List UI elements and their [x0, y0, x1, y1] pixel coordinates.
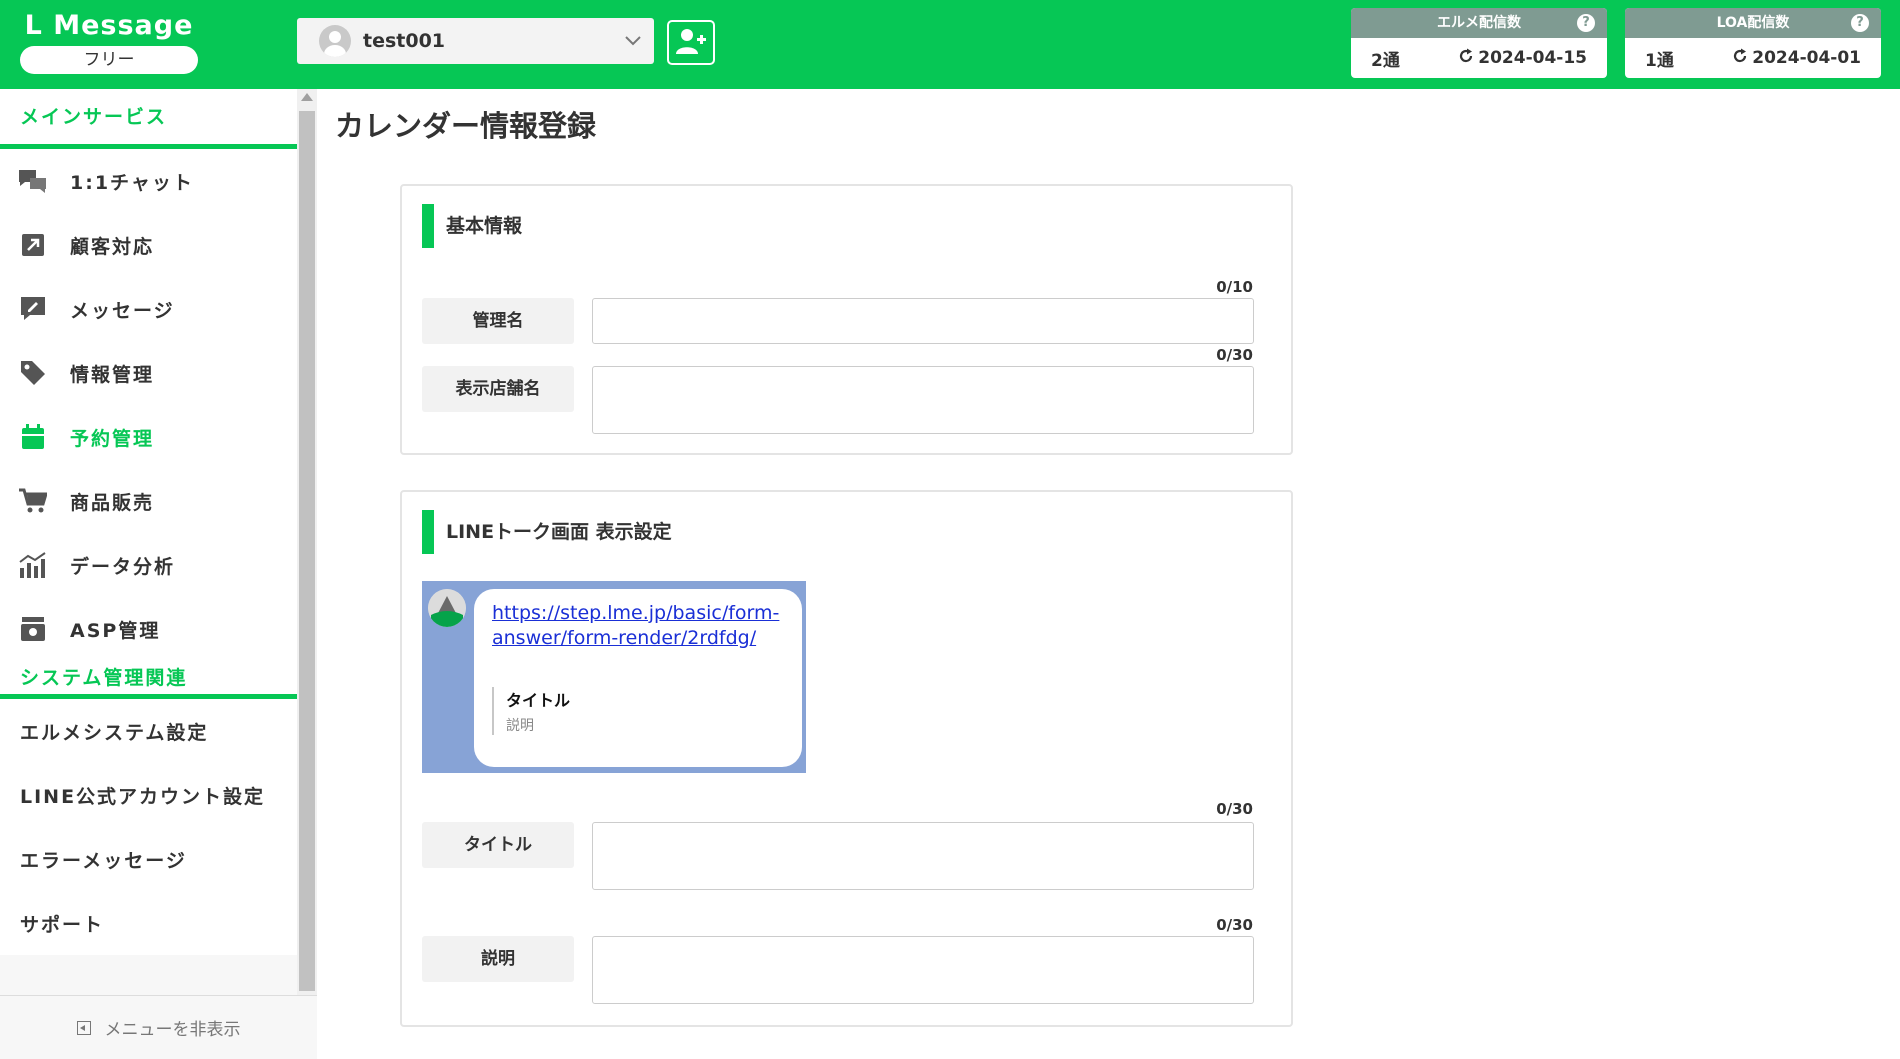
sidebar-item-label: データ分析: [70, 555, 176, 578]
loa-count-date: 2024-04-01: [1752, 48, 1861, 68]
sidebar-item-elme-system-settings[interactable]: エルメシステム設定: [0, 699, 297, 763]
preview-link-card: タイトル 説明: [492, 687, 784, 735]
preview-link-line-2: answer/form-render/2rdfdg/: [492, 627, 757, 649]
sidebar-item-label: サポート: [20, 913, 105, 936]
sidebar-item-label: 1:1チャット: [70, 171, 194, 194]
calendar-icon: [18, 422, 48, 452]
main-service-section-title: メインサービス: [0, 89, 297, 149]
sidebar-item-info-management[interactable]: 情報管理: [0, 341, 297, 405]
sidebar-item-label: メッセージ: [70, 299, 175, 322]
description-input[interactable]: [592, 936, 1254, 1004]
account-select[interactable]: test001: [297, 18, 654, 64]
scroll-up-arrow-icon[interactable]: [301, 93, 313, 101]
chat-icon: [18, 166, 48, 196]
sidebar-item-data-analysis[interactable]: データ分析: [0, 533, 297, 597]
sidebar-item-asp[interactable]: ASP管理: [0, 597, 297, 661]
collapse-menu-icon: [76, 1020, 91, 1035]
admin-name-char-count: 0/10: [1216, 278, 1253, 296]
preview-card-description: 説明: [506, 718, 534, 734]
arrow-out-icon: [18, 230, 48, 260]
sidebar: メインサービス 1:1チャット 顧客対応 メッセージ 情報管理 予約管理 商品販…: [0, 89, 297, 1059]
chevron-down-icon: [624, 31, 642, 52]
sidebar-item-error-message[interactable]: エラーメッセージ: [0, 827, 297, 891]
description-char-count: 0/30: [1216, 916, 1253, 934]
preview-form-link[interactable]: https://step.lme.jp/basic/form- answer/f…: [492, 601, 784, 651]
help-icon[interactable]: ?: [1851, 14, 1869, 32]
plan-badge: フリー: [20, 46, 198, 74]
message-edit-icon: [18, 294, 48, 324]
help-icon[interactable]: ?: [1577, 14, 1595, 32]
sidebar-item-label: エラーメッセージ: [20, 849, 187, 872]
loa-count-value: 1通: [1645, 50, 1674, 71]
title-label: タイトル: [422, 822, 574, 868]
account-name: test001: [363, 30, 446, 52]
basic-info-card: 基本情報 0/10 管理名 0/30 表示店舗名: [400, 184, 1293, 455]
analytics-icon: [18, 550, 48, 580]
loa-count-header: LOA配信数 ?: [1625, 8, 1881, 38]
sidebar-item-chat[interactable]: 1:1チャット: [0, 149, 297, 213]
sidebar-item-label: 顧客対応: [70, 235, 155, 258]
logo-title: L Message: [24, 10, 194, 41]
cart-icon: [18, 486, 48, 516]
sidebar-item-message[interactable]: メッセージ: [0, 277, 297, 341]
refresh-icon[interactable]: [1732, 48, 1748, 69]
elme-delivery-count: エルメ配信数 ? 2通 2024-04-15: [1351, 8, 1607, 78]
account-avatar: [319, 25, 351, 57]
loa-count-title: LOA配信数: [1716, 15, 1790, 31]
elme-count-value: 2通: [1371, 50, 1400, 71]
line-talk-preview: https://step.lme.jp/basic/form- answer/f…: [422, 581, 806, 773]
line-talk-display-card: LINEトーク画面 表示設定 https://step.lme.jp/basic…: [400, 490, 1293, 1027]
basic-info-heading: 基本情報: [422, 204, 522, 248]
sidebar-item-label: 商品販売: [70, 491, 155, 514]
title-char-count: 0/30: [1216, 800, 1253, 818]
admin-name-input[interactable]: [592, 298, 1254, 344]
sidebar-item-label: 情報管理: [70, 363, 155, 386]
sidebar-item-label: 予約管理: [70, 427, 155, 450]
sidebar-item-label: エルメシステム設定: [20, 721, 209, 744]
sidebar-item-customer-support[interactable]: 顧客対応: [0, 213, 297, 277]
preview-link-line-1: https://step.lme.jp/basic/form-: [492, 602, 780, 624]
top-header: L Message フリー test001 エルメ配信数 ? 2通 2024-0…: [0, 0, 1900, 89]
sidebar-scroll-thumb[interactable]: [299, 111, 315, 991]
line-talk-heading: LINEトーク画面 表示設定: [422, 510, 672, 554]
sidebar-item-product-sales[interactable]: 商品販売: [0, 469, 297, 533]
admin-name-label: 管理名: [422, 298, 574, 344]
add-user-icon: [675, 27, 707, 59]
preview-card-title: タイトル: [506, 691, 571, 710]
logo[interactable]: L Message フリー: [20, 10, 198, 74]
refresh-icon[interactable]: [1458, 48, 1474, 69]
system-section-title: システム管理関連: [0, 661, 297, 699]
preview-avatar: [428, 589, 466, 627]
sidebar-item-reservation[interactable]: 予約管理: [0, 405, 297, 469]
hide-menu-label: メニューを非表示: [104, 1020, 241, 1040]
hide-menu-button[interactable]: メニューを非表示: [0, 995, 317, 1059]
add-user-button[interactable]: [667, 20, 715, 65]
title-input[interactable]: [592, 822, 1254, 890]
sidebar-item-label: LINE公式アカウント設定: [20, 785, 266, 808]
page-title: カレンダー情報登録: [335, 109, 597, 143]
sidebar-scrollbar[interactable]: [297, 89, 317, 996]
store-name-label: 表示店舗名: [422, 366, 574, 412]
sidebar-menu: メインサービス 1:1チャット 顧客対応 メッセージ 情報管理 予約管理 商品販…: [0, 89, 297, 955]
elme-count-title: エルメ配信数: [1437, 15, 1521, 31]
asp-box-icon: [18, 614, 48, 644]
preview-message-bubble: https://step.lme.jp/basic/form- answer/f…: [474, 589, 802, 767]
loa-delivery-count: LOA配信数 ? 1通 2024-04-01: [1625, 8, 1881, 78]
sidebar-item-support[interactable]: サポート: [0, 891, 297, 955]
sidebar-item-line-account-settings[interactable]: LINE公式アカウント設定: [0, 763, 297, 827]
tag-icon: [18, 358, 48, 388]
elme-count-date: 2024-04-15: [1478, 48, 1587, 68]
description-label: 説明: [422, 936, 574, 982]
sidebar-item-label: ASP管理: [70, 619, 161, 642]
store-name-input[interactable]: [592, 366, 1254, 434]
elme-count-header: エルメ配信数 ?: [1351, 8, 1607, 38]
store-name-char-count: 0/30: [1216, 346, 1253, 364]
